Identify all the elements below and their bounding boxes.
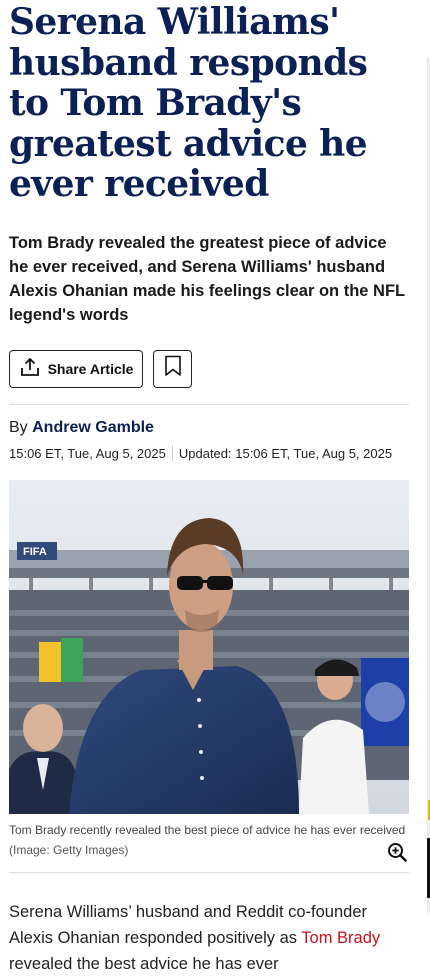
image-caption-area: Tom Brady recently revealed the best pie… (9, 820, 409, 862)
article: Serena Williams' husband responds to Tom… (9, 0, 409, 977)
share-article-label: Share Article (47, 360, 134, 377)
bookmark-button[interactable] (153, 349, 192, 388)
image-credit: (Image: Getty Images) (9, 842, 129, 857)
zoom-in-icon[interactable] (387, 842, 407, 862)
bookmark-icon (164, 355, 182, 382)
updated-date: Updated: 15:06 ET, Tue, Aug 5, 2025 (178, 446, 393, 461)
published-date: 15:06 ET, Tue, Aug 5, 2025 (9, 446, 166, 461)
article-dates: 15:06 ET, Tue, Aug 5, 2025 Updated: 15:0… (9, 445, 409, 462)
article-actions: Share Article (9, 349, 409, 388)
tom-brady-link[interactable]: Tom Brady (301, 929, 380, 947)
article-body-paragraph: Serena Williams’ husband and Reddit co-f… (9, 899, 409, 977)
share-article-button[interactable]: Share Article (9, 349, 143, 388)
byline: By Andrew Gamble (9, 419, 409, 437)
body-after-link-text: revealed the best advice he has ever (9, 954, 279, 973)
headline: Serena Williams' husband responds to Tom… (9, 1, 368, 205)
standfirst: Tom Brady revealed the greatest piece of… (9, 233, 405, 324)
divider (9, 871, 409, 873)
stadium-photo: FIFA (9, 479, 409, 814)
fifa-sign-text: FIFA (23, 546, 47, 558)
share-upload-icon (19, 356, 41, 381)
author-link[interactable]: Andrew Gamble (32, 419, 154, 436)
article-image[interactable]: FIFA (9, 479, 409, 814)
byline-prefix: By (9, 418, 28, 436)
image-caption: Tom Brady recently revealed the best pie… (9, 822, 406, 837)
date-separator (171, 445, 173, 462)
divider (9, 403, 409, 405)
